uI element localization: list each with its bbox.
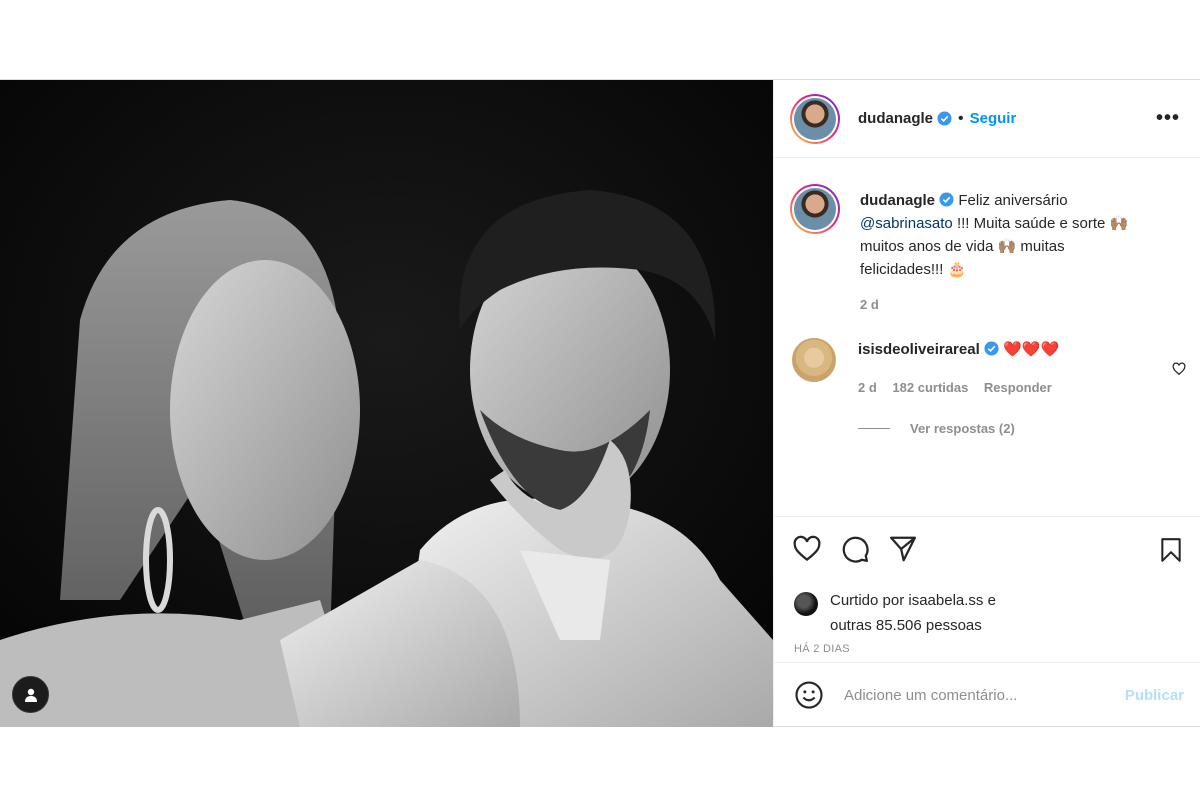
author-avatar[interactable] <box>790 93 840 144</box>
likes-section: Curtido por isaabela.ss e outras 85.506 … <box>774 580 1200 662</box>
caption-text: dudanagle Feliz aniversário @sabrinasato… <box>860 189 1180 281</box>
comments-section: dudanagle Feliz aniversário @sabrinasato… <box>774 158 1200 516</box>
liker-avatar[interactable] <box>794 592 818 616</box>
liker-username[interactable]: isaabela.ss <box>908 592 983 609</box>
reply-button[interactable]: Responder <box>984 380 1052 395</box>
comment-composer: Publicar <box>774 662 1200 727</box>
comment-author[interactable]: isisdeoliveirareal <box>858 341 980 358</box>
share-icon[interactable] <box>888 534 918 564</box>
separator-dot: • <box>958 109 964 127</box>
caption: dudanagle Feliz aniversário @sabrinasato… <box>790 174 1184 312</box>
caption-line-2: !!! Muita saúde e sorte 🙌🏽 <box>952 215 1129 232</box>
photo-art <box>0 80 773 727</box>
comment-like-heart-icon[interactable] <box>1172 362 1186 376</box>
more-options-icon[interactable]: ••• <box>1156 108 1180 128</box>
post-header: dudanagle • Seguir ••• <box>774 80 1200 158</box>
likes-suffix: e <box>983 592 996 609</box>
caption-avatar[interactable] <box>790 184 840 234</box>
comment-age[interactable]: 2 d <box>858 380 877 395</box>
caption-line-3: muitos anos de vida 🙌🏽 muitas <box>860 238 1065 255</box>
view-replies-button[interactable]: Ver respostas (2) <box>910 421 1015 436</box>
comment-item: isisdeoliveirareal ❤️❤️❤️ 2 d 182 curtid… <box>790 338 1184 436</box>
post-photo[interactable] <box>0 80 773 727</box>
tagged-users-button[interactable] <box>12 676 49 713</box>
likes-count[interactable]: outras 85.506 pessoas <box>830 617 982 634</box>
caption-mention[interactable]: @sabrinasato <box>860 215 953 232</box>
action-bar <box>774 516 1200 580</box>
instagram-post: dudanagle • Seguir ••• dudanagle Feliz a… <box>0 79 1200 727</box>
caption-author[interactable]: dudanagle <box>860 192 935 209</box>
comment-input[interactable] <box>844 686 1125 704</box>
author-username[interactable]: dudanagle <box>858 110 933 127</box>
comment-icon[interactable] <box>840 534 870 564</box>
caption-age[interactable]: 2 d <box>860 297 1180 312</box>
publish-button[interactable]: Publicar <box>1125 687 1184 704</box>
caption-line-1: Feliz aniversário <box>958 192 1068 209</box>
caption-line-4: felicidades!!! 🎂 <box>860 261 967 278</box>
follow-button[interactable]: Seguir <box>970 110 1017 127</box>
post-side-panel: dudanagle • Seguir ••• dudanagle Feliz a… <box>773 80 1200 727</box>
likes-prefix: Curtido por <box>830 592 909 609</box>
verified-badge-icon <box>937 111 952 126</box>
post-timestamp[interactable]: HÁ 2 DIAS <box>794 643 1180 655</box>
replies-divider <box>858 428 890 429</box>
comment-text: ❤️❤️❤️ <box>1003 341 1060 358</box>
verified-badge-icon <box>939 192 954 207</box>
comment-avatar[interactable] <box>792 338 836 382</box>
verified-badge-icon <box>984 341 999 356</box>
comment-likes[interactable]: 182 curtidas <box>892 380 968 395</box>
emoji-icon[interactable] <box>794 680 824 710</box>
heart-icon[interactable] <box>792 534 822 564</box>
user-tag-icon <box>24 688 37 702</box>
bookmark-icon[interactable] <box>1158 536 1184 564</box>
